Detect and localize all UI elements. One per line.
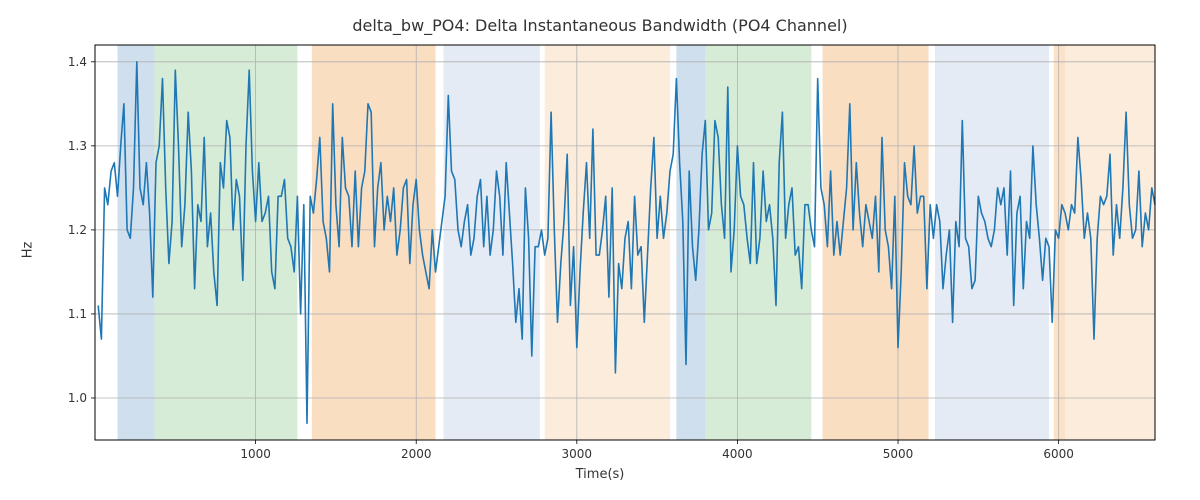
x-tick-label: 1000 bbox=[240, 447, 271, 461]
x-tick-label: 5000 bbox=[883, 447, 914, 461]
x-axis-label: Time(s) bbox=[0, 467, 1200, 482]
y-axis-label: Hz bbox=[21, 242, 36, 259]
figure: delta_bw_PO4: Delta Instantaneous Bandwi… bbox=[0, 0, 1200, 500]
y-tick-label: 1.2 bbox=[68, 223, 87, 237]
y-tick-label: 1.0 bbox=[68, 391, 87, 405]
background-band bbox=[676, 45, 705, 440]
chart-title: delta_bw_PO4: Delta Instantaneous Bandwi… bbox=[0, 16, 1200, 35]
x-tick-label: 2000 bbox=[401, 447, 432, 461]
x-tick-label: 6000 bbox=[1043, 447, 1074, 461]
background-band bbox=[705, 45, 811, 440]
chart-svg: 1000200030004000500060001.01.11.21.31.4 bbox=[95, 45, 1155, 440]
x-tick-label: 3000 bbox=[562, 447, 593, 461]
axes: 1000200030004000500060001.01.11.21.31.4 bbox=[95, 45, 1155, 440]
y-tick-label: 1.1 bbox=[68, 307, 87, 321]
y-tick-label: 1.4 bbox=[68, 55, 87, 69]
x-tick-label: 4000 bbox=[722, 447, 753, 461]
y-tick-label: 1.3 bbox=[68, 139, 87, 153]
